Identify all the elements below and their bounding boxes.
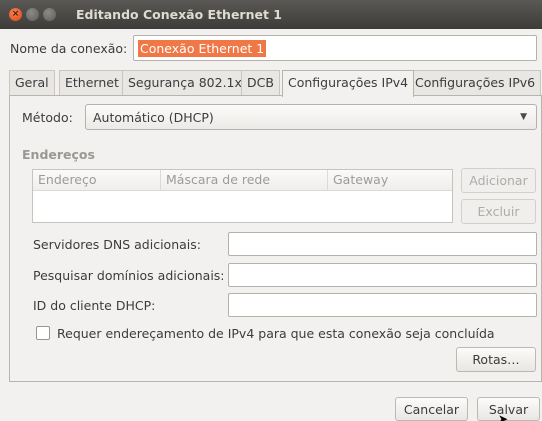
mouse-cursor-icon: ➤ xyxy=(498,412,509,421)
window-title: Editando Conexão Ethernet 1 xyxy=(76,7,282,22)
tab-ipv4-settings[interactable]: Configurações IPv4 xyxy=(282,70,415,97)
require-ipv4-label: Requer endereçamento de IPv4 para que es… xyxy=(57,326,495,341)
column-header-netmask[interactable]: Máscara de rede xyxy=(160,170,327,191)
search-domains-label: Pesquisar domínios adicionais: xyxy=(33,268,225,283)
search-domains-input[interactable] xyxy=(228,263,537,287)
maximize-window-icon[interactable] xyxy=(43,8,56,21)
tab-ipv6-settings[interactable]: Configurações IPv6 xyxy=(409,70,542,96)
cancel-button[interactable]: Cancelar xyxy=(395,397,468,421)
add-address-button[interactable]: Adicionar xyxy=(461,168,536,193)
dns-servers-input[interactable] xyxy=(228,232,537,256)
close-window-icon[interactable]: × xyxy=(9,8,22,21)
tab-ethernet[interactable]: Ethernet xyxy=(59,70,125,96)
title-bar: × Editando Conexão Ethernet 1 xyxy=(0,0,542,29)
method-label: Método: xyxy=(22,110,73,125)
require-ipv4-checkbox[interactable] xyxy=(36,326,50,340)
connection-name-label: Nome da conexão: xyxy=(10,41,128,56)
addresses-table[interactable]: Endereço Máscara de rede Gateway xyxy=(32,169,453,223)
routes-button[interactable]: Rotas… xyxy=(456,347,536,372)
method-dropdown[interactable]: Automático (DHCP) ▼ xyxy=(85,104,537,130)
column-header-address[interactable]: Endereço xyxy=(33,170,160,191)
dropdown-arrow-icon: ▼ xyxy=(520,112,527,122)
column-header-gateway[interactable]: Gateway xyxy=(327,170,452,191)
dhcp-client-id-input[interactable] xyxy=(228,293,537,317)
connection-name-value: Conexão Ethernet 1 xyxy=(138,40,267,57)
addresses-section-title: Endereços xyxy=(22,147,95,162)
tab-security-8021x[interactable]: Segurança 802.1x xyxy=(122,70,248,96)
minimize-window-icon[interactable] xyxy=(26,8,39,21)
remove-address-button[interactable]: Excluir xyxy=(461,199,536,224)
dns-servers-label: Servidores DNS adicionais: xyxy=(33,237,201,252)
save-button[interactable]: Salvar xyxy=(477,397,540,421)
tab-bar: Geral Ethernet Segurança 802.1x DCB Conf… xyxy=(9,70,542,97)
tab-dcb[interactable]: DCB xyxy=(241,70,280,96)
tab-general[interactable]: Geral xyxy=(9,70,55,96)
method-value: Automático (DHCP) xyxy=(93,110,214,125)
dhcp-client-id-label: ID do cliente DHCP: xyxy=(33,298,156,313)
connection-name-input[interactable]: Conexão Ethernet 1 xyxy=(133,35,537,61)
